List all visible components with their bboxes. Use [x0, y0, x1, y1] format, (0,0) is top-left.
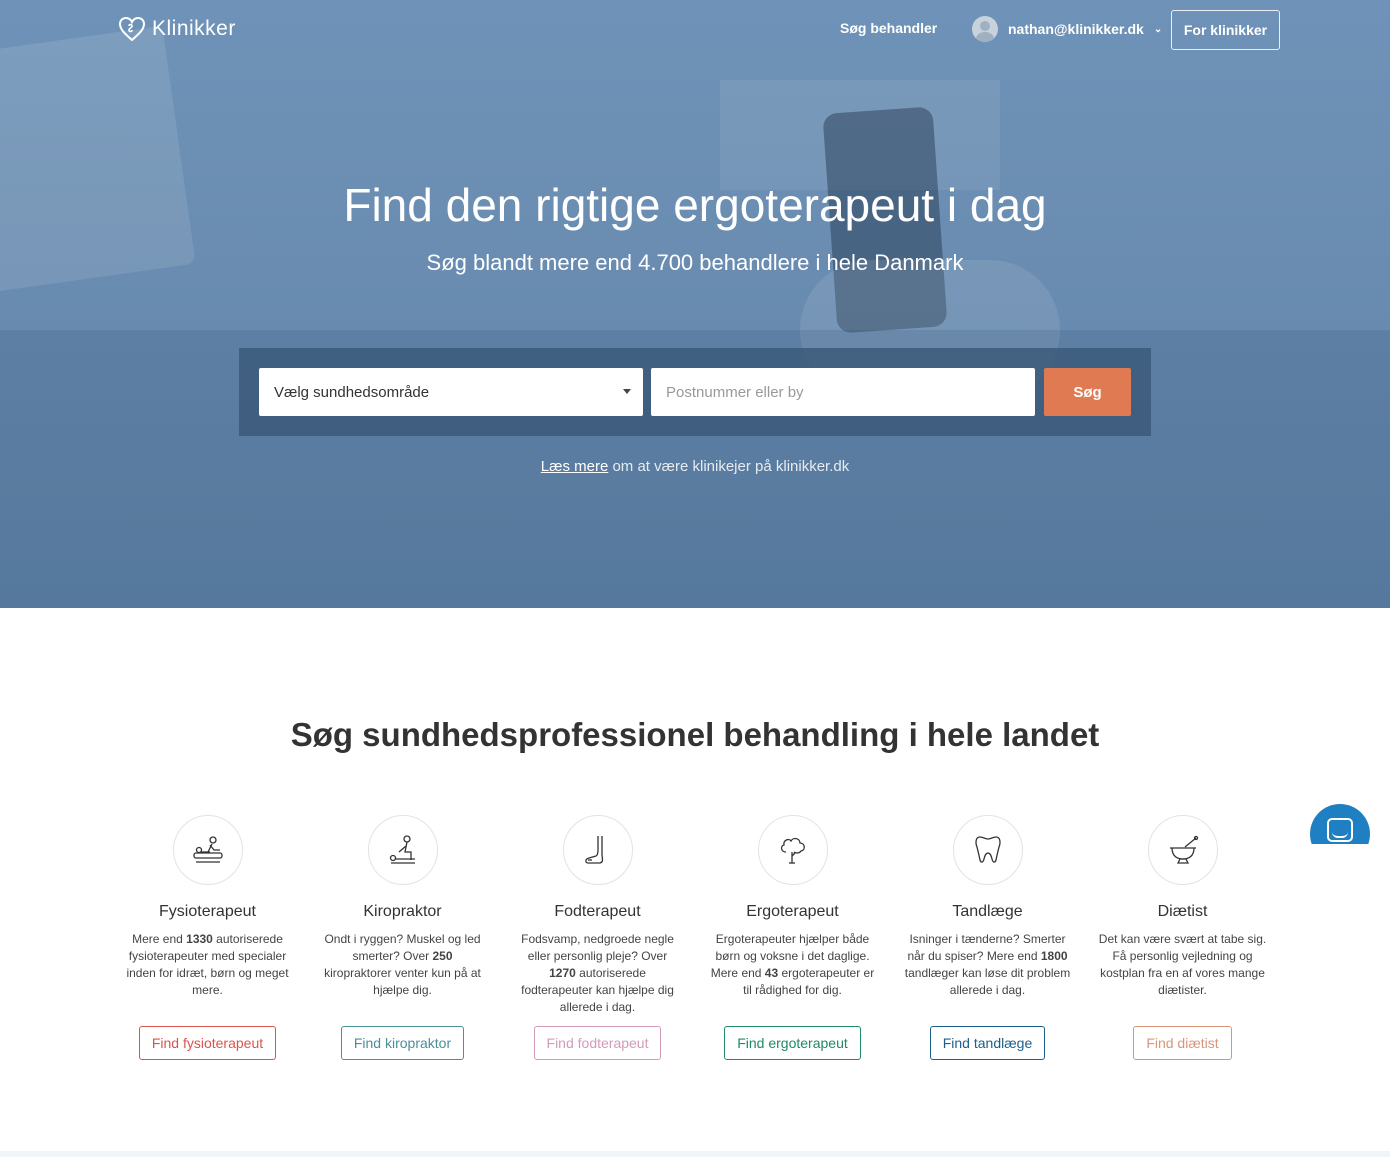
foot-icon — [584, 836, 603, 864]
icon-circle — [1147, 815, 1218, 885]
card-title: Tandlæge — [952, 903, 1023, 920]
icon-circle — [172, 815, 243, 885]
card-description: Det kan være svært at tabe sig. Få perso… — [1098, 932, 1267, 997]
card-description: Ondt i ryggen? Muskel og led smerter? Ov… — [324, 932, 481, 997]
hero-subtitle: Søg blandt mere end 4.700 behandlere i h… — [426, 250, 964, 275]
chiropractor-icon — [389, 835, 415, 864]
section-title: Søg sundhedsprofessionel behandling i he… — [290, 716, 1100, 753]
find-podiatrist-button[interactable]: Find fodterapeut — [533, 1026, 662, 1060]
logo-text: Klinikker — [152, 17, 236, 40]
find-dietitian-button[interactable]: Find diætist — [1133, 1026, 1232, 1060]
card-title: Ergoterapeut — [746, 903, 839, 920]
health-area-select[interactable]: Vælg sundhedsområde — [259, 368, 643, 416]
card-dietitian: Diætist Det kan være svært at tabe sig. … — [1085, 815, 1280, 1060]
readmore-link[interactable]: Læs mere — [541, 458, 609, 475]
top-navigation: Klinikker Søg behandler nathan@klinikker… — [0, 0, 1390, 60]
find-physiotherapist-button[interactable]: Find fysioterapeut — [138, 1026, 277, 1060]
card-podiatrist: Fodterapeut Fodsvamp, nedgroede negle el… — [500, 815, 695, 1060]
card-title: Fodterapeut — [554, 903, 641, 920]
caret-down-icon — [623, 389, 631, 394]
icon-circle — [562, 815, 633, 885]
find-chiropractor-button[interactable]: Find kiropraktor — [340, 1026, 465, 1060]
user-menu[interactable]: nathan@klinikker.dk ⌄ — [972, 16, 1162, 42]
card-title: Fysioterapeut — [159, 903, 256, 920]
chevron-down-icon: ⌄ — [1153, 23, 1163, 35]
tree-icon — [780, 837, 805, 864]
card-physiotherapist: Fysioterapeut Mere end 1330 autoriserede… — [110, 815, 305, 1060]
footer-divider — [0, 1151, 1390, 1157]
readmore-text: Læs mere om at være klinikejer på klinik… — [0, 458, 1390, 475]
card-occupational-therapist: Ergoterapeut Ergoterapeuter hjælper både… — [695, 815, 890, 1060]
card-title: Kiropraktor — [363, 903, 442, 920]
icon-circle — [757, 815, 828, 885]
hero-section: Klinikker Søg behandler nathan@klinikker… — [0, 0, 1390, 608]
select-value: Vælg sundhedsområde — [274, 383, 430, 401]
massage-icon — [192, 836, 223, 863]
readmore-suffix: om at være klinikejer på klinikker.dk — [608, 458, 850, 475]
logo[interactable]: Klinikker — [118, 15, 236, 43]
find-occupational-therapist-button[interactable]: Find ergoterapeut — [724, 1026, 861, 1060]
icon-circle — [952, 815, 1023, 885]
search-button[interactable]: Søg — [1044, 368, 1131, 416]
mortar-pestle-icon — [1169, 835, 1198, 864]
location-input[interactable] — [651, 368, 1035, 416]
icon-circle — [367, 815, 438, 885]
card-description: Mere end 1330 autoriserede fysioterapeut… — [126, 932, 289, 997]
chat-icon — [1327, 818, 1353, 842]
search-box: Vælg sundhedsområde Søg — [239, 348, 1151, 436]
tooth-icon — [974, 836, 1001, 863]
search-provider-link[interactable]: Søg behandler — [840, 20, 937, 36]
hero-title: Find den rigtige ergoterapeut i dag — [343, 179, 1047, 231]
avatar — [972, 16, 998, 42]
card-description: Ergoterapeuter hjælper både børn og voks… — [710, 932, 875, 997]
heart-logo-icon — [118, 16, 146, 42]
for-clinics-button[interactable]: For klinikker — [1171, 10, 1280, 50]
chat-launcher[interactable] — [1310, 804, 1370, 844]
find-dentist-button[interactable]: Find tandlæge — [929, 1026, 1046, 1060]
card-dentist: Tandlæge Isninger i tænderne? Smerter nå… — [890, 815, 1085, 1060]
chat-bubble[interactable] — [1310, 804, 1370, 844]
card-description: Fodsvamp, nedgroede negle eller personli… — [521, 932, 674, 1014]
card-chiropractor: Kiropraktor Ondt i ryggen? Muskel og led… — [305, 815, 500, 1060]
category-cards: Fysioterapeut Mere end 1330 autoriserede… — [110, 815, 1280, 1060]
user-email: nathan@klinikker.dk — [1008, 21, 1144, 37]
card-description: Isninger i tænderne? Smerter når du spis… — [904, 932, 1071, 997]
card-title: Diætist — [1157, 903, 1208, 920]
